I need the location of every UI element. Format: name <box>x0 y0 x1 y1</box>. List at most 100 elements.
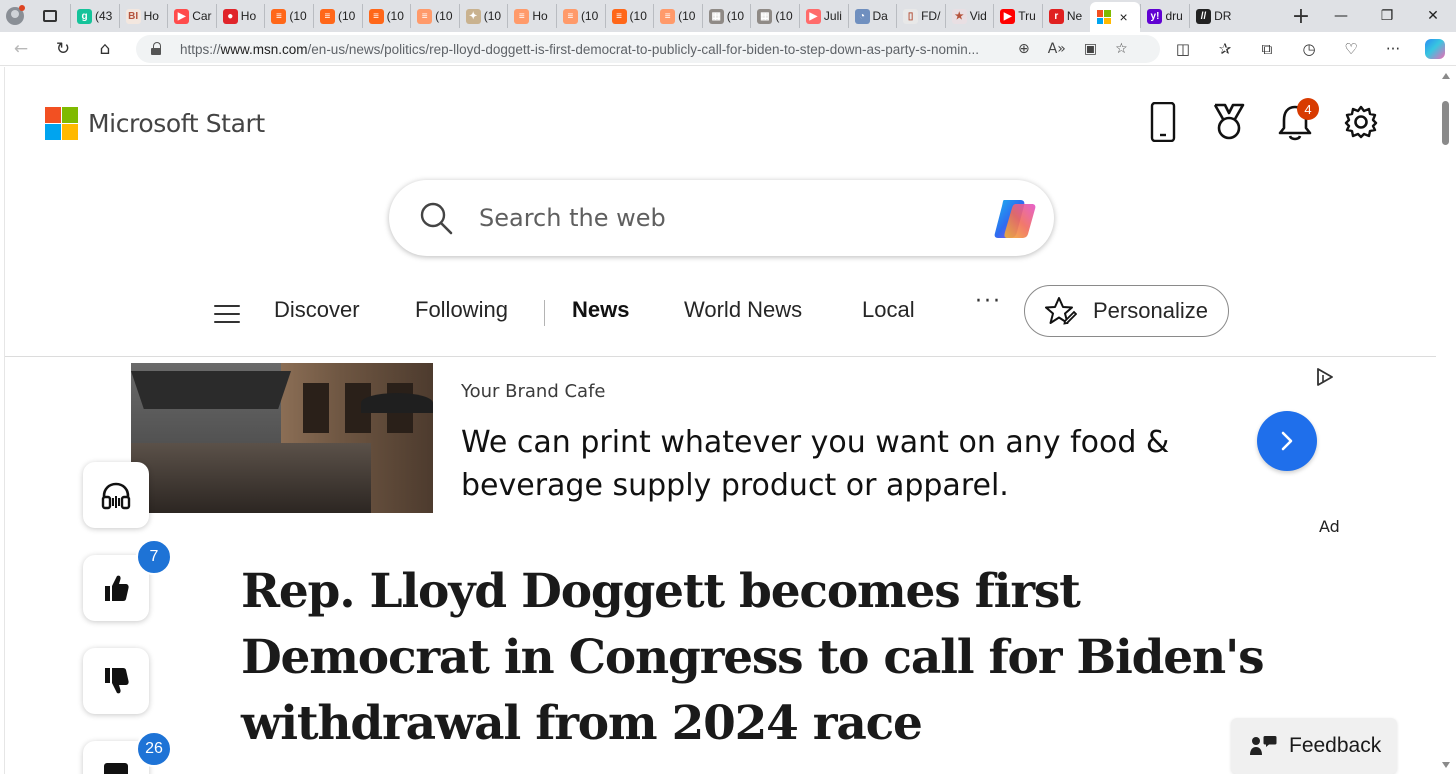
brand-name: Microsoft Start <box>88 109 265 138</box>
close-tab-icon[interactable]: × <box>1119 9 1127 25</box>
search-box[interactable]: Search the web <box>389 180 1054 256</box>
tab-title: FD/ <box>921 9 941 23</box>
lock-icon[interactable] <box>150 42 164 56</box>
substack-icon: ≡ <box>271 8 287 24</box>
url-text[interactable]: https://www.msn.com/en-us/news/politics/… <box>180 42 1006 57</box>
scroll-up-icon[interactable] <box>1442 73 1450 79</box>
copilot-icon[interactable] <box>990 194 1040 244</box>
browser-tab[interactable]: g (43 <box>70 4 119 28</box>
ad-arrow-button[interactable] <box>1257 411 1317 471</box>
tab-title: (10 <box>386 9 404 23</box>
browser-tab[interactable]: ≡ (10 <box>312 4 362 28</box>
browser-tab[interactable]: ≡ (10 <box>653 4 702 28</box>
scrollbar-thumb[interactable] <box>1442 101 1449 145</box>
zoom-icon[interactable]: ⊕ <box>1018 41 1030 57</box>
personalize-button[interactable]: Personalize <box>1024 285 1229 337</box>
ad-choices-icon[interactable] <box>1315 367 1335 387</box>
browser-tab[interactable]: ▯ FD/ <box>896 4 945 28</box>
browser-tab[interactable]: BI Ho <box>118 4 168 28</box>
browser-tab[interactable]: ▦ (10 <box>701 4 751 28</box>
close-window-button[interactable]: ✕ <box>1410 0 1456 32</box>
favorites-icon[interactable]: ✰ <box>1204 40 1246 58</box>
browser-tab[interactable]: r Ne <box>1041 4 1091 28</box>
search-input[interactable]: Search the web <box>479 204 666 232</box>
browser-tab[interactable]: y! dru <box>1140 4 1189 28</box>
substack-icon: ≡ <box>319 8 335 24</box>
history-icon[interactable]: ◷ <box>1288 40 1330 58</box>
youtube-icon: ▶ <box>805 8 821 24</box>
podcast-icon: ● <box>222 8 238 24</box>
browser-tab[interactable]: ≡ (10 <box>264 4 313 28</box>
tab-title: Da <box>872 9 888 23</box>
refresh-button[interactable]: ↻ <box>42 32 84 66</box>
nav-item-local[interactable]: Local <box>862 297 915 323</box>
collections-icon[interactable]: ⧉ <box>1246 40 1288 58</box>
minimize-button[interactable]: — <box>1318 0 1364 32</box>
browser-tab[interactable]: ● Ho <box>215 4 265 28</box>
browser-tab[interactable]: ★ Vid <box>944 4 994 28</box>
tab-title: Tru <box>1018 9 1036 23</box>
nav-item-world-news[interactable]: World News <box>684 297 802 323</box>
tab-actions-button[interactable] <box>30 0 70 32</box>
page-scrollbar[interactable] <box>1436 67 1456 774</box>
scroll-down-icon[interactable] <box>1442 762 1450 768</box>
settings-button[interactable] <box>1343 101 1379 143</box>
nav-divider <box>544 300 545 326</box>
menu-button[interactable] <box>214 305 240 323</box>
substack-icon: ≡ <box>368 8 384 24</box>
tab-title: Car <box>192 9 212 23</box>
url-prefix: https:// <box>180 41 221 57</box>
tab-list: g (43 BI Ho ▶ Car ● Ho ≡ (10 ≡ (10 ≡ (10 ≡ (10 ✦ (10 ≡ Ho ≡(… <box>70 0 1284 32</box>
new-tab-button[interactable]: + <box>1284 4 1318 29</box>
address-bar-icons: ⊕ A» ▣ ☆ <box>1018 41 1128 57</box>
browser-tab[interactable]: ▶ Juli <box>798 4 848 28</box>
nav-item-following[interactable]: Following <box>415 297 508 323</box>
browser-tab[interactable]: ≡ (10 <box>361 4 411 28</box>
ad-image-crowd <box>131 443 371 513</box>
split-screen-icon[interactable]: ◫ <box>1162 40 1204 58</box>
url-domain: www.msn.com <box>220 41 308 57</box>
copilot-button[interactable] <box>1414 39 1456 59</box>
nav-more-button[interactable]: ··· <box>975 289 1002 314</box>
immersive-reader-icon[interactable]: ▣ <box>1084 41 1097 57</box>
browser-tab[interactable]: ≡ (10 <box>604 4 654 28</box>
browser-tab[interactable]: ≡ Ho <box>507 4 556 28</box>
tab-active[interactable]: × <box>1090 2 1141 32</box>
profile-avatar[interactable] <box>0 0 30 32</box>
notifications-button[interactable]: 4 <box>1277 98 1319 143</box>
nav-item-discover[interactable]: Discover <box>274 297 360 323</box>
nav-item-news[interactable]: News <box>572 297 629 323</box>
favorite-star-icon[interactable]: ☆ <box>1115 41 1128 57</box>
feedback-button[interactable]: Feedback <box>1231 718 1397 774</box>
youtube-icon: ▶ <box>174 8 190 24</box>
rewards-button[interactable] <box>1211 101 1247 143</box>
browser-essentials-icon[interactable]: ♡ <box>1330 40 1372 58</box>
browser-tab[interactable]: ✦ (10 <box>458 4 508 28</box>
brand[interactable]: Microsoft Start <box>45 107 265 140</box>
browser-tab[interactable]: ▶ Car <box>167 4 216 28</box>
browser-tab[interactable]: ◔ Da <box>847 4 897 28</box>
ad-banner[interactable]: Your Brand Cafe We can print whatever yo… <box>131 363 1341 538</box>
browser-tab[interactable]: ▶ Tru <box>993 4 1042 28</box>
ad-title[interactable]: We can print whatever you want on any fo… <box>461 421 1201 507</box>
read-aloud-icon[interactable]: A» <box>1048 41 1066 57</box>
browser-tab[interactable]: ≡ (10 <box>555 4 605 28</box>
ad-sponsor[interactable]: Your Brand Cafe <box>461 381 606 402</box>
maximize-button[interactable]: ❐ <box>1364 0 1410 32</box>
dislike-button[interactable] <box>83 648 149 714</box>
ad-image[interactable] <box>131 363 433 513</box>
listen-button[interactable] <box>83 462 149 528</box>
address-bar[interactable]: https://www.msn.com/en-us/news/politics/… <box>136 35 1160 63</box>
profile-status-dot <box>19 5 25 11</box>
browser-tab[interactable]: ≡ (10 <box>410 4 459 28</box>
mobile-app-button[interactable] <box>1145 101 1181 143</box>
browser-tab[interactable]: //DR <box>1189 4 1238 28</box>
substack-icon: ≡ <box>417 8 433 24</box>
tab-actions-icon <box>43 10 57 22</box>
chevron-right-icon <box>1281 431 1293 451</box>
home-button[interactable]: ⌂ <box>84 32 126 66</box>
more-options-icon[interactable]: ··· <box>1372 40 1414 58</box>
browser-tab[interactable]: ▦ (10 <box>750 4 799 28</box>
back-button[interactable]: ← <box>0 32 42 66</box>
tab-title: (10 <box>629 9 647 23</box>
